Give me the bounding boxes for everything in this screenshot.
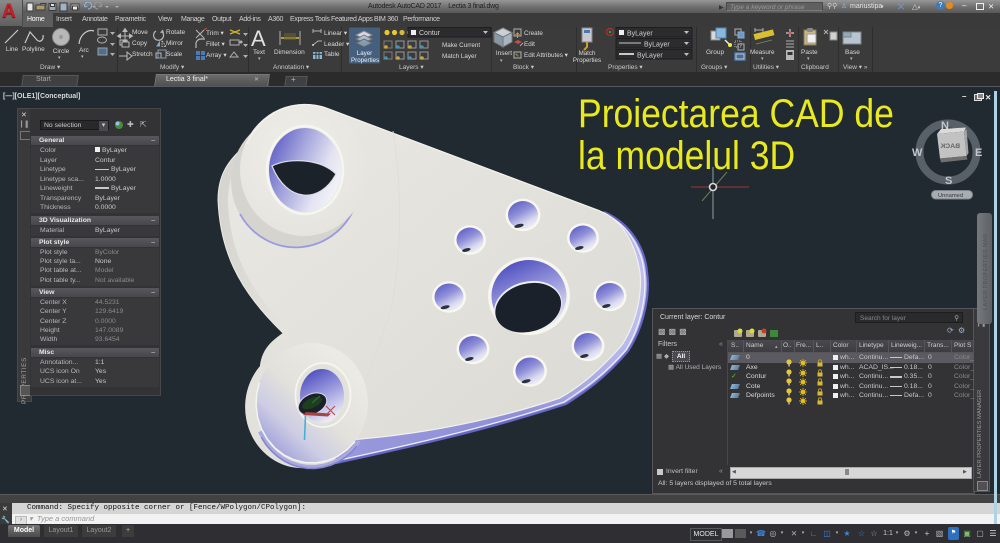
svg-text:A: A bbox=[251, 27, 266, 51]
svg-text:Contur: Contur bbox=[419, 30, 441, 37]
svg-text:ByLayer: ByLayer bbox=[627, 31, 653, 38]
svg-text:E: E bbox=[975, 147, 982, 159]
svg-text:BACK: BACK bbox=[940, 143, 960, 150]
svg-text:W: W bbox=[912, 147, 923, 159]
svg-text:Unnamed: Unnamed bbox=[938, 193, 963, 199]
svg-text:S: S bbox=[945, 175, 952, 187]
svg-text:ByLayer: ByLayer bbox=[644, 42, 670, 49]
svg-text:ByLayer: ByLayer bbox=[637, 53, 663, 60]
svg-text:✎: ✎ bbox=[515, 53, 519, 59]
